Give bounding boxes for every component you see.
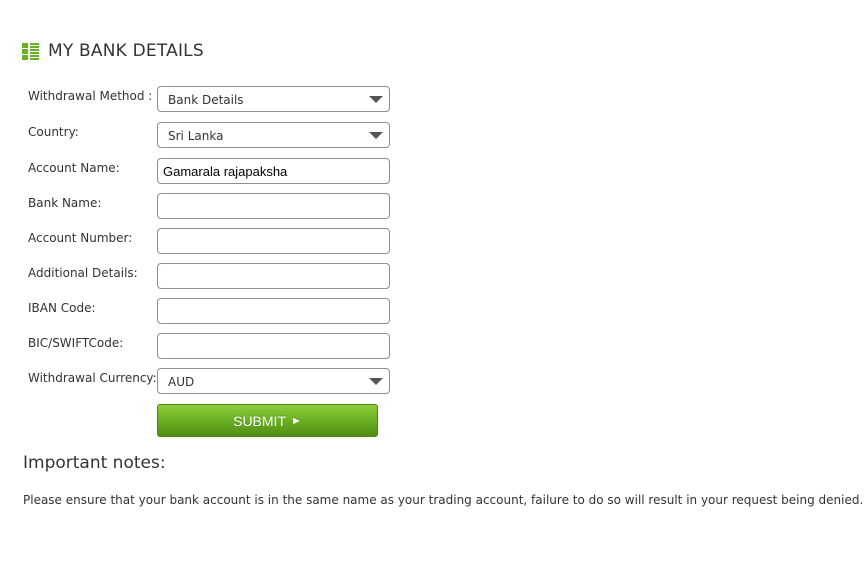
account-number-field-box [157,228,390,254]
withdrawal-method-label: Withdrawal Method : [28,89,153,103]
iban-code-label: IBAN Code: [28,301,96,315]
page-title: MY BANK DETAILS [48,41,204,61]
grid-list-icon [22,42,39,60]
submit-label: SUBMIT [233,412,286,429]
bank-name-field-box [157,193,390,219]
bank-name-input[interactable] [158,194,389,218]
bank-name-label: Bank Name: [28,196,102,210]
country-value: Sri Lanka [168,129,224,143]
withdrawal-currency-select[interactable]: AUD [157,368,390,394]
play-icon: ► [291,414,302,427]
country-select[interactable]: Sri Lanka [157,122,390,148]
bic-swift-field-box [157,333,390,359]
account-name-label: Account Name: [28,161,120,175]
chevron-down-icon [369,96,383,103]
withdrawal-currency-label: Withdrawal Currency: [28,371,157,385]
important-notes-heading: Important notes: [23,453,166,473]
section-header: MY BANK DETAILS [22,41,204,61]
additional-details-field-box [157,263,390,289]
bic-swift-label: BIC/SWIFTCode: [28,336,124,350]
chevron-down-icon [369,132,383,139]
iban-code-field-box [157,298,390,324]
country-label: Country: [28,125,79,139]
iban-code-input[interactable] [158,299,389,323]
additional-details-input[interactable] [158,264,389,288]
account-number-label: Account Number: [28,231,133,245]
bic-swift-input[interactable] [158,334,389,358]
important-notes-text: Please ensure that your bank account is … [23,493,864,507]
chevron-down-icon [369,378,383,385]
account-name-input[interactable] [158,159,389,183]
account-name-field-box [157,158,390,184]
withdrawal-method-value: Bank Details [168,93,244,107]
withdrawal-currency-value: AUD [168,375,195,389]
withdrawal-method-select[interactable]: Bank Details [157,86,390,112]
additional-details-label: Additional Details: [28,266,138,280]
submit-button[interactable]: SUBMIT ► [157,404,378,437]
account-number-input[interactable] [158,229,389,253]
